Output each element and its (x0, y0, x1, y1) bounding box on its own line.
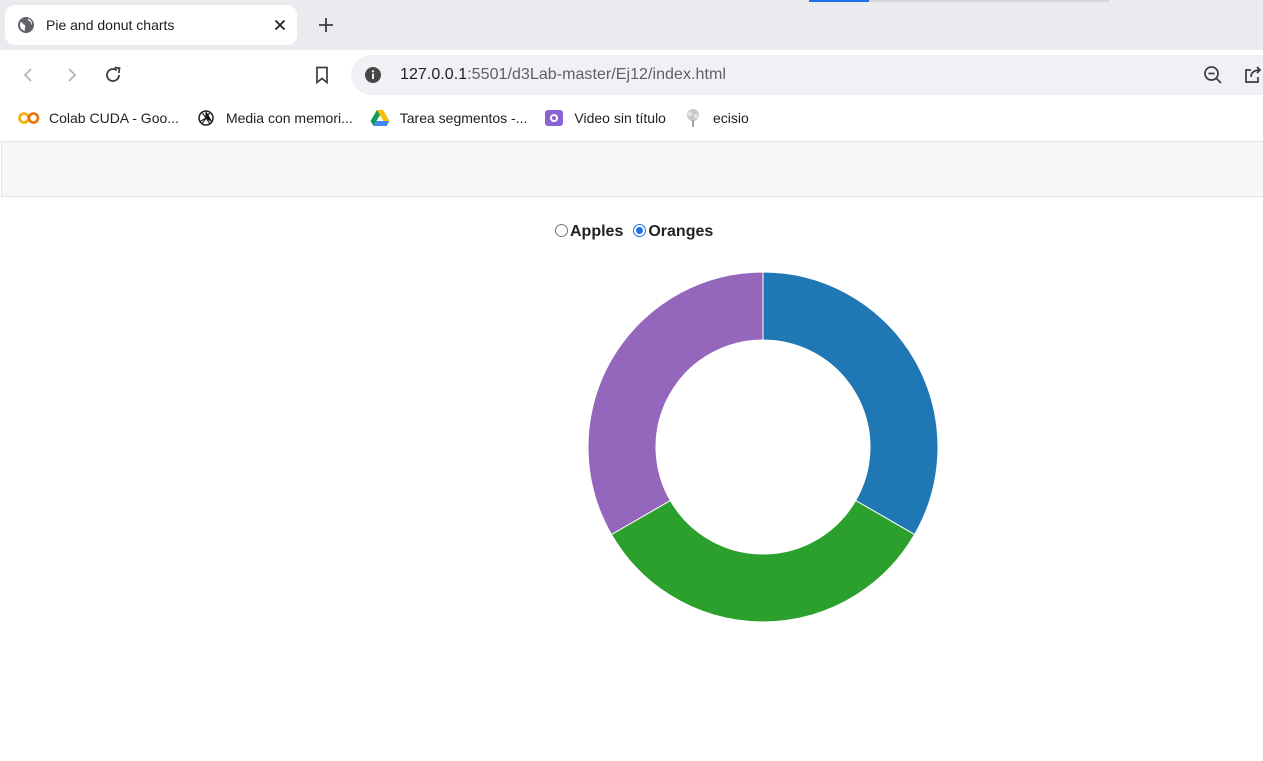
bookmark-item-colab[interactable]: Colab CUDA - Goo... (14, 104, 187, 132)
reload-button[interactable] (97, 59, 129, 91)
tab-title: Pie and donut charts (46, 17, 175, 33)
back-arrow-icon (23, 68, 32, 82)
openai-icon (195, 109, 217, 127)
globe-icon (17, 16, 35, 34)
browser-toolbar: 127.0.0.1:5501/d3Lab-master/Ej12/index.h… (0, 50, 1263, 100)
url-text[interactable]: 127.0.0.1:5501/d3Lab-master/Ej12/index.h… (400, 66, 726, 84)
page-header-band (1, 141, 1263, 197)
bookmark-item-tarea[interactable]: Tarea segmentos -... (365, 104, 536, 132)
radio-label-oranges: Oranges (648, 223, 714, 240)
bookmark-label: Video sin título (574, 110, 666, 126)
donut-chart (588, 272, 938, 622)
tab-strip-divider (869, 0, 1109, 2)
plus-icon (319, 18, 333, 32)
bookmark-item-media[interactable]: Media con memori... (191, 104, 361, 132)
dataset-selector: Apples Oranges (555, 223, 723, 241)
url-host: 127.0.0.1 (400, 66, 468, 83)
reload-icon (106, 66, 121, 82)
bookmark-label: Colab CUDA - Goo... (49, 110, 179, 126)
bookmark-item-video[interactable]: Video sin título (539, 104, 674, 132)
back-button[interactable] (13, 59, 45, 91)
colab-icon (18, 109, 40, 127)
info-icon[interactable] (361, 63, 385, 87)
bookmark-label: ecisio (712, 110, 749, 126)
close-icon[interactable] (268, 13, 292, 37)
url-path: :5501/d3Lab-master/Ej12/index.html (467, 66, 726, 83)
bookmarks-bar: Colab CUDA - Goo... Media con memori... … (0, 100, 1263, 136)
donut-slice-2[interactable] (610, 499, 916, 623)
video-icon (543, 109, 565, 127)
bookmark-label: Tarea segmentos -... (399, 110, 528, 126)
tree-icon (682, 109, 704, 127)
donut-slice-1[interactable] (762, 272, 938, 536)
donut-slice-3[interactable] (588, 272, 764, 536)
radio-apples[interactable]: Apples (555, 223, 623, 241)
radio-label-apples: Apples (570, 223, 624, 240)
radio-oranges[interactable]: Oranges (633, 223, 713, 241)
address-bar[interactable]: 127.0.0.1:5501/d3Lab-master/Ej12/index.h… (351, 55, 1263, 95)
bookmark-item-ecisio[interactable]: ecisio (678, 104, 757, 132)
share-icon[interactable] (1241, 63, 1263, 87)
bookmark-label: Media con memori... (225, 110, 353, 126)
radio-button[interactable] (633, 223, 647, 237)
forward-button[interactable] (55, 59, 87, 91)
tab-strip-accent (809, 0, 869, 2)
drive-icon (369, 109, 391, 127)
new-tab-button[interactable] (311, 10, 341, 40)
radio-button[interactable] (555, 223, 568, 237)
zoom-out-icon[interactable] (1201, 63, 1225, 87)
forward-arrow-icon (68, 68, 77, 82)
tab-active[interactable]: Pie and donut charts (5, 5, 297, 45)
bookmark-icon (316, 66, 328, 84)
tab-strip: Pie and donut charts (0, 0, 1263, 50)
bookmark-button[interactable] (306, 59, 338, 91)
